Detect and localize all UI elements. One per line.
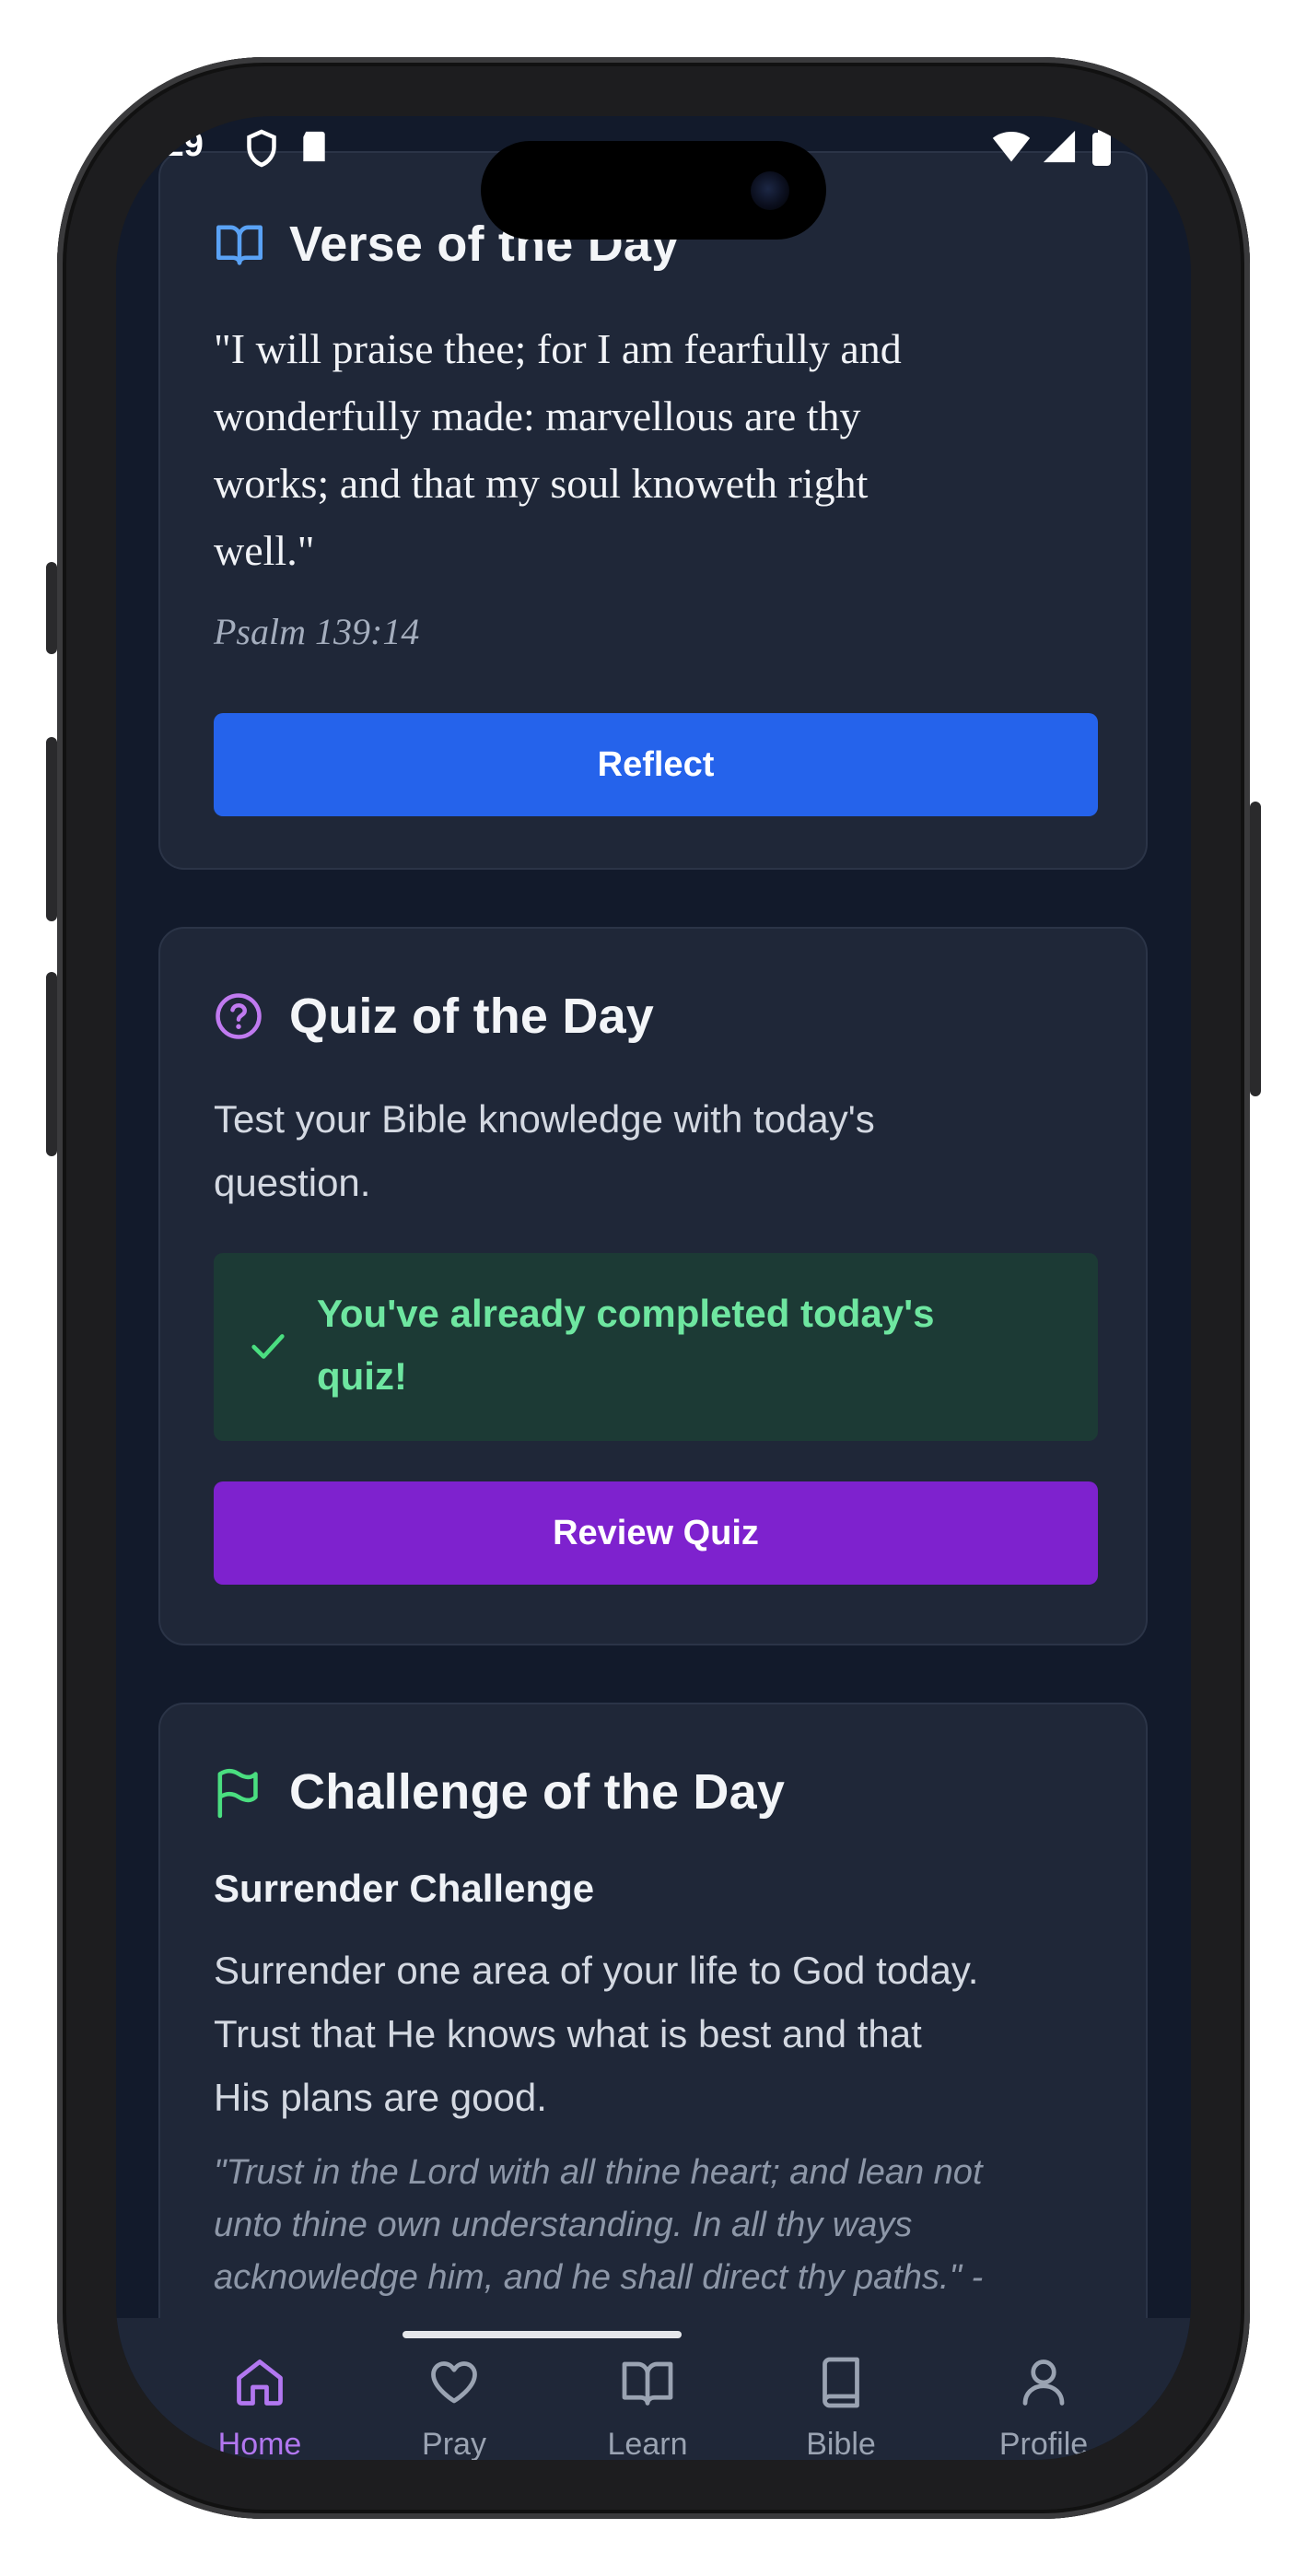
verse-reference: Psalm 139:14: [214, 611, 420, 652]
home-scroll-content[interactable]: Verse of the Day "I will praise thee; fo…: [116, 116, 1191, 2403]
device-frame: :29 Verse of the Day "I will praise thee…: [0, 0, 1307, 2576]
sd-card-icon: [300, 129, 328, 173]
phone-screen: :29 Verse of the Day "I will praise thee…: [116, 116, 1191, 2460]
checkmark-icon: [247, 1325, 289, 1372]
completed-line: quiz!: [317, 1354, 407, 1398]
tab-label: Bible: [806, 2427, 876, 2460]
tab-label: Profile: [998, 2427, 1089, 2460]
tab-home[interactable]: Home: [168, 2318, 352, 2460]
flag-icon: [214, 1767, 260, 1823]
tab-profile[interactable]: Profile: [951, 2318, 1136, 2460]
signal-icon: [1042, 129, 1077, 173]
quote-line: acknowledge him, and he shall direct thy…: [214, 2258, 984, 2297]
quote-line: unto thine own understanding. In all thy…: [214, 2206, 913, 2244]
verse-text: "I will praise thee; for I am fearfully …: [214, 315, 1098, 584]
user-icon: [1022, 2359, 1065, 2406]
description-line: Test your Bible knowledge with today's: [214, 1097, 875, 1141]
description-line: Trust that He knows what is best and tha…: [214, 2012, 922, 2055]
description-line: His plans are good.: [214, 2076, 547, 2119]
tab-label: Learn: [607, 2427, 688, 2460]
home-icon: [237, 2359, 283, 2406]
tab-label: Home: [217, 2427, 302, 2460]
bible-icon: [823, 2357, 859, 2408]
camera-icon: [751, 171, 789, 210]
status-time: :29: [153, 125, 204, 164]
challenge-of-the-day-card: Challenge of the Day Surrender Challenge…: [158, 1703, 1148, 2403]
volume-up-button: [46, 737, 57, 921]
wifi-icon: [991, 129, 1032, 173]
verse-line: "I will praise thee; for I am fearfully …: [214, 325, 902, 372]
tab-learn[interactable]: Learn: [555, 2318, 740, 2460]
battery-icon: [1091, 129, 1113, 175]
dynamic-island: [481, 141, 826, 240]
shield-icon: [245, 129, 278, 177]
tab-label: Pray: [422, 2427, 486, 2460]
bottom-tab-bar: Home Pray Learn Bible Profile: [116, 2318, 1191, 2460]
quiz-description: Test your Bible knowledge with today's q…: [214, 1087, 1107, 1214]
power-button: [1250, 802, 1261, 1096]
volume-down-button: [46, 972, 57, 1156]
description-line: question.: [214, 1161, 371, 1204]
tab-pray[interactable]: Pray: [362, 2318, 546, 2460]
verse-line: works; and that my soul knoweth right: [214, 460, 869, 507]
completed-line: You've already completed today's: [317, 1292, 935, 1335]
quiz-completed-banner: You've already completed today's quiz!: [214, 1253, 1098, 1441]
challenge-scripture-quote: "Trust in the Lord with all thine heart;…: [214, 2147, 1107, 2304]
reflect-button[interactable]: Reflect: [214, 713, 1098, 816]
tab-bible[interactable]: Bible: [749, 2318, 933, 2460]
action-button: [46, 562, 57, 654]
description-line: Surrender one area of your life to God t…: [214, 1949, 979, 1992]
quote-line: "Trust in the Lord with all thine heart;…: [214, 2153, 983, 2192]
card-title: Challenge of the Day: [289, 1764, 786, 1820]
quiz-of-the-day-card: Quiz of the Day Test your Bible knowledg…: [158, 927, 1148, 1645]
help-circle-icon: [214, 991, 263, 1046]
verse-line: wonderfully made: marvellous are thy: [214, 392, 861, 439]
card-title: Quiz of the Day: [289, 989, 655, 1044]
challenge-name: Surrender Challenge: [214, 1867, 595, 1910]
quiz-completed-text: You've already completed today's quiz!: [317, 1282, 1072, 1408]
verse-of-the-day-card: Verse of the Day "I will praise thee; fo…: [158, 151, 1148, 870]
review-quiz-button[interactable]: Review Quiz: [214, 1481, 1098, 1585]
book-open-icon: [622, 2361, 673, 2406]
verse-line: well.": [214, 527, 315, 574]
home-indicator[interactable]: [403, 2331, 682, 2338]
heart-icon: [431, 2361, 477, 2404]
challenge-description: Surrender one area of your life to God t…: [214, 1938, 1107, 2129]
